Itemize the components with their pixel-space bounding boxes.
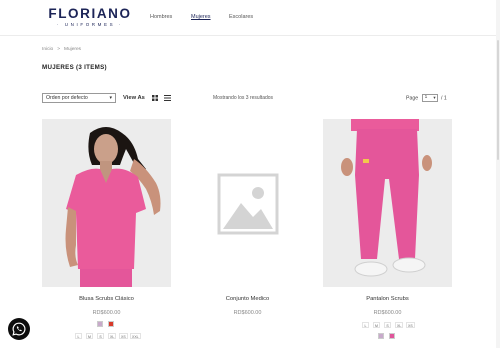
color-swatch-lilac[interactable] — [97, 321, 103, 327]
chevron-down-icon: ▾ — [109, 95, 112, 101]
product-image-conjunto-medico[interactable] — [183, 119, 312, 287]
view-as-label: View As — [123, 95, 145, 101]
page-scrollbar[interactable] — [496, 0, 500, 348]
product-price: RD$600.00 — [92, 310, 121, 316]
brand-tagline: · UNIFORMES · — [56, 22, 124, 27]
woman-scrub-top-photo — [42, 119, 171, 287]
breadcrumb-current: Mujeres — [64, 47, 82, 52]
whatsapp-chat-button[interactable] — [8, 318, 30, 340]
size-option[interactable]: XS — [406, 322, 415, 328]
page-select[interactable]: 1 ▾ — [421, 94, 438, 102]
size-option[interactable]: L — [362, 322, 369, 328]
whatsapp-icon — [12, 322, 26, 336]
breadcrumb: Inicio > Mujeres — [42, 47, 81, 52]
scrollbar-thumb[interactable] — [497, 40, 499, 160]
sort-select[interactable]: Orden por defecto ▾ — [42, 93, 116, 103]
sort-select-value: Orden por defecto — [46, 95, 88, 101]
shop-toolbar: Orden por defecto ▾ View As Mostrando lo… — [0, 93, 500, 105]
size-option[interactable]: XL — [395, 322, 404, 328]
page-label: Page — [406, 95, 419, 102]
brand-logo[interactable]: FLORIANO · UNIFORMES · — [44, 6, 136, 29]
scrub-pants-photo — [323, 119, 452, 287]
product-name[interactable]: Blusa Scrubs Clásico — [42, 296, 171, 302]
size-option[interactable]: S — [384, 322, 391, 328]
size-option[interactable]: M — [86, 333, 93, 339]
product-price: RD$600.00 — [233, 310, 262, 316]
page-select-value: 1 — [424, 95, 428, 100]
size-option[interactable]: L — [75, 333, 82, 339]
results-count: Mostrando los 3 resultados — [213, 95, 274, 101]
pagination: Page 1 ▾ / 1 — [406, 94, 447, 102]
product-image-blusa-scrubs[interactable] — [42, 119, 171, 287]
list-view-icon[interactable] — [164, 95, 171, 101]
nav-item-mujeres[interactable]: Mujeres — [191, 14, 211, 20]
product-name[interactable]: Conjunto Medico — [183, 296, 312, 302]
size-option[interactable]: XS — [119, 333, 128, 339]
color-swatch-lilac[interactable] — [378, 333, 384, 339]
size-option[interactable]: XL — [108, 333, 117, 339]
product-image-pantalon-scrubs[interactable] — [323, 119, 452, 287]
size-option[interactable]: M — [373, 322, 380, 328]
breadcrumb-separator: > — [57, 47, 61, 52]
grid-view-icon[interactable] — [152, 95, 158, 101]
size-option[interactable]: XXL — [130, 333, 141, 339]
color-swatch-pink[interactable] — [389, 333, 395, 339]
nav-item-escolares[interactable]: Escolares — [229, 14, 253, 20]
breadcrumb-home[interactable]: Inicio — [42, 47, 53, 52]
site-header: FLORIANO · UNIFORMES · Hombres Mujeres E… — [0, 0, 500, 36]
color-swatch-red[interactable] — [108, 321, 114, 327]
page-title: MUJERES (3 ITEMS) — [42, 64, 107, 71]
nav-item-hombres[interactable]: Hombres — [150, 14, 172, 20]
size-option[interactable]: S — [97, 333, 104, 339]
product-name[interactable]: Pantalon Scrubs — [323, 296, 452, 302]
chevron-down-icon: ▾ — [433, 95, 436, 100]
product-price: RD$600.00 — [373, 310, 402, 316]
image-placeholder-icon — [217, 173, 279, 235]
brand-name: FLORIANO — [48, 6, 132, 21]
page-total: / 1 — [441, 95, 447, 102]
